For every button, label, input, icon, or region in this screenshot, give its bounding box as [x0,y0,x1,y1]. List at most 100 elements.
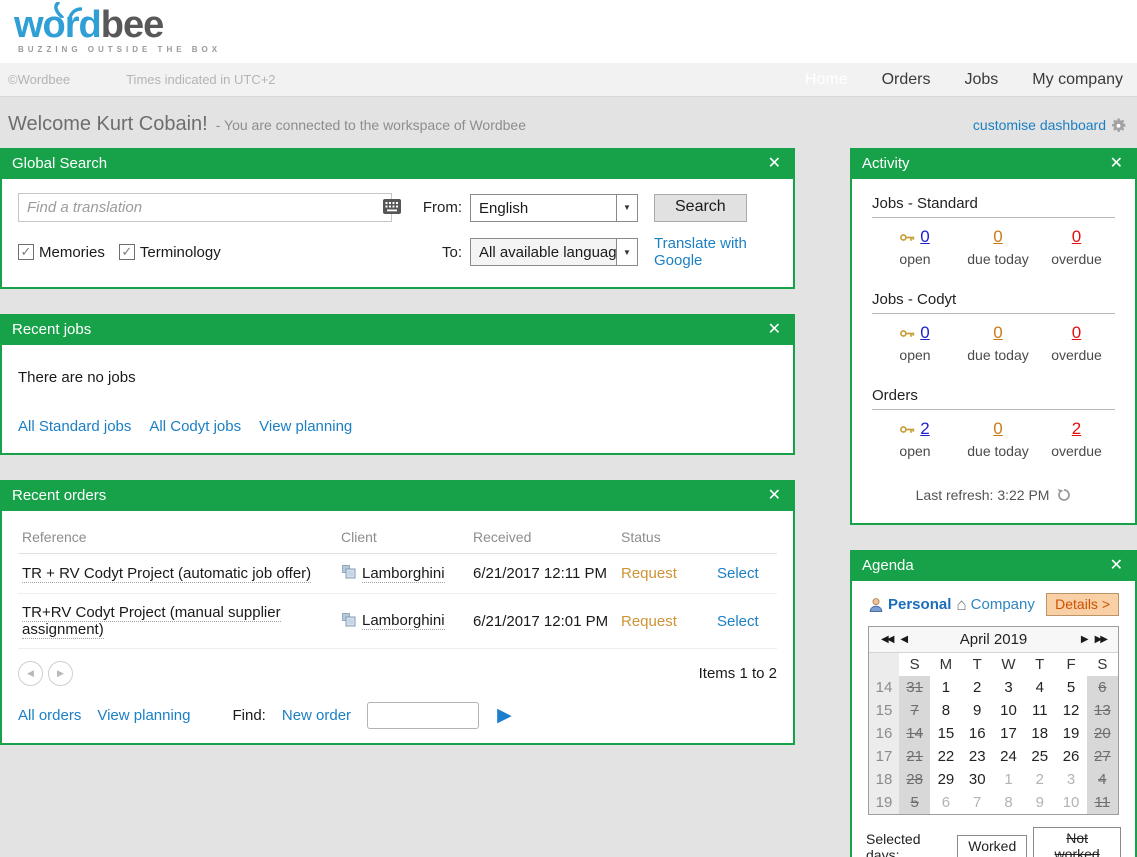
keyboard-icon[interactable] [383,199,401,217]
calendar-day[interactable]: 7 [962,791,993,814]
find-input[interactable] [367,702,479,729]
calendar-day[interactable]: 27 [1087,745,1118,768]
overdue-count-link[interactable]: 0 [1072,323,1081,342]
terminology-checkbox[interactable]: ✓ Terminology [119,244,221,261]
to-language-select[interactable]: All available languages ▼ [470,238,638,266]
calendar-day[interactable]: 1 [930,676,961,699]
refresh-icon[interactable] [1057,488,1071,502]
calendar-day[interactable]: 26 [1055,745,1086,768]
calendar-prev-month-icon[interactable]: ◀ [896,634,910,645]
calendar-day[interactable]: 25 [1024,745,1055,768]
worked-button[interactable]: Worked [957,835,1027,857]
order-reference-link[interactable]: TR + RV Codyt Project (automatic job off… [22,565,311,583]
calendar-day[interactable]: 21 [899,745,930,768]
calendar-day[interactable]: 5 [1055,676,1086,699]
calendar-day[interactable]: 7 [899,699,930,722]
order-reference-link[interactable]: TR+RV Codyt Project (manual supplier ass… [22,604,281,639]
from-language-select[interactable]: English ▼ [470,194,638,222]
calendar-day[interactable]: 29 [930,768,961,791]
calendar-next-year-icon[interactable]: ▶▶ [1091,634,1110,645]
memories-checkbox[interactable]: ✓ Memories [18,244,105,261]
checkbox-check-icon[interactable]: ✓ [119,244,135,260]
calendar-day[interactable]: 2 [962,676,993,699]
overdue-count-link[interactable]: 0 [1072,227,1081,246]
calendar-day[interactable]: 11 [1024,699,1055,722]
due-today-count-link[interactable]: 0 [993,419,1002,438]
calendar-prev-year-icon[interactable]: ◀◀ [877,634,896,645]
calendar-day[interactable]: 2 [1024,768,1055,791]
find-go-icon[interactable]: ▶ [497,706,512,725]
nav-item-home[interactable]: Home [805,71,848,89]
calendar-day[interactable]: 4 [1024,676,1055,699]
close-icon[interactable]: ✕ [1110,156,1123,172]
tab-company[interactable]: ⌂ Company [956,596,1034,613]
open-count-link[interactable]: 0 [920,227,929,246]
calendar-day[interactable]: 6 [1087,676,1118,699]
calendar-day[interactable]: 8 [993,791,1024,814]
gear-icon[interactable] [1110,117,1127,134]
client-name-link[interactable]: Lamborghini [362,565,445,583]
overdue-count-link[interactable]: 2 [1072,419,1081,438]
chevron-down-icon[interactable]: ▼ [616,195,637,221]
select-order-link[interactable]: Select [717,565,759,582]
calendar-day[interactable]: 4 [1087,768,1118,791]
calendar-day[interactable]: 28 [899,768,930,791]
calendar-day[interactable]: 14 [899,722,930,745]
calendar-day[interactable]: 31 [899,676,930,699]
nav-item-my-company[interactable]: My company [1032,71,1123,89]
calendar-day[interactable]: 6 [930,791,961,814]
calendar-day[interactable]: 12 [1055,699,1086,722]
chevron-down-icon[interactable]: ▼ [616,239,637,265]
new-order-link[interactable]: New order [282,707,351,724]
all-orders-link[interactable]: All orders [18,707,81,724]
translation-search-input[interactable] [18,193,392,222]
calendar-day[interactable]: 13 [1087,699,1118,722]
calendar-day[interactable]: 3 [1055,768,1086,791]
calendar-day[interactable]: 17 [993,722,1024,745]
wordbee-logo[interactable]: wordbee BUZZING OUTSIDE THE BOX [14,6,221,54]
tab-personal[interactable]: Personal [868,596,951,613]
calendar-day[interactable]: 19 [1055,722,1086,745]
close-icon[interactable]: ✕ [768,322,781,338]
nav-item-orders[interactable]: Orders [882,71,931,89]
calendar-day[interactable]: 9 [1024,791,1055,814]
calendar-day[interactable]: 15 [930,722,961,745]
calendar-day[interactable]: 30 [962,768,993,791]
calendar-day[interactable]: 1 [993,768,1024,791]
open-count-link[interactable]: 2 [920,419,929,438]
close-icon[interactable]: ✕ [768,156,781,172]
calendar-day[interactable]: 18 [1024,722,1055,745]
pager-next-button[interactable]: ▶ [48,661,73,686]
view-planning-link[interactable]: View planning [97,707,190,724]
all-codyt-jobs-link[interactable]: All Codyt jobs [149,418,241,435]
due-today-count-link[interactable]: 0 [993,227,1002,246]
checkbox-check-icon[interactable]: ✓ [18,244,34,260]
close-icon[interactable]: ✕ [768,488,781,504]
translate-with-google-link[interactable]: Translate with Google [654,235,747,269]
calendar-day[interactable]: 5 [899,791,930,814]
nav-item-jobs[interactable]: Jobs [965,71,999,89]
not-worked-button[interactable]: Not worked [1033,827,1121,857]
details-button[interactable]: Details > [1046,593,1119,616]
calendar-day[interactable]: 20 [1087,722,1118,745]
calendar-day[interactable]: 11 [1087,791,1118,814]
calendar-day[interactable]: 23 [962,745,993,768]
calendar-day[interactable]: 16 [962,722,993,745]
customise-dashboard-link[interactable]: customise dashboard [973,117,1106,133]
calendar-day[interactable]: 22 [930,745,961,768]
open-count-link[interactable]: 0 [920,323,929,342]
calendar-day[interactable]: 8 [930,699,961,722]
calendar-day[interactable]: 10 [1055,791,1086,814]
calendar-next-month-icon[interactable]: ▶ [1077,634,1091,645]
due-today-count-link[interactable]: 0 [993,323,1002,342]
view-planning-link[interactable]: View planning [259,418,352,435]
pager-prev-button[interactable]: ◀ [18,661,43,686]
client-name-link[interactable]: Lamborghini [362,612,445,630]
calendar-day[interactable]: 9 [962,699,993,722]
calendar-day[interactable]: 10 [993,699,1024,722]
calendar-month-title[interactable]: April 2019 [910,631,1077,648]
search-button[interactable]: Search [654,194,747,222]
all-standard-jobs-link[interactable]: All Standard jobs [18,418,131,435]
close-icon[interactable]: ✕ [1110,558,1123,574]
select-order-link[interactable]: Select [717,613,759,630]
